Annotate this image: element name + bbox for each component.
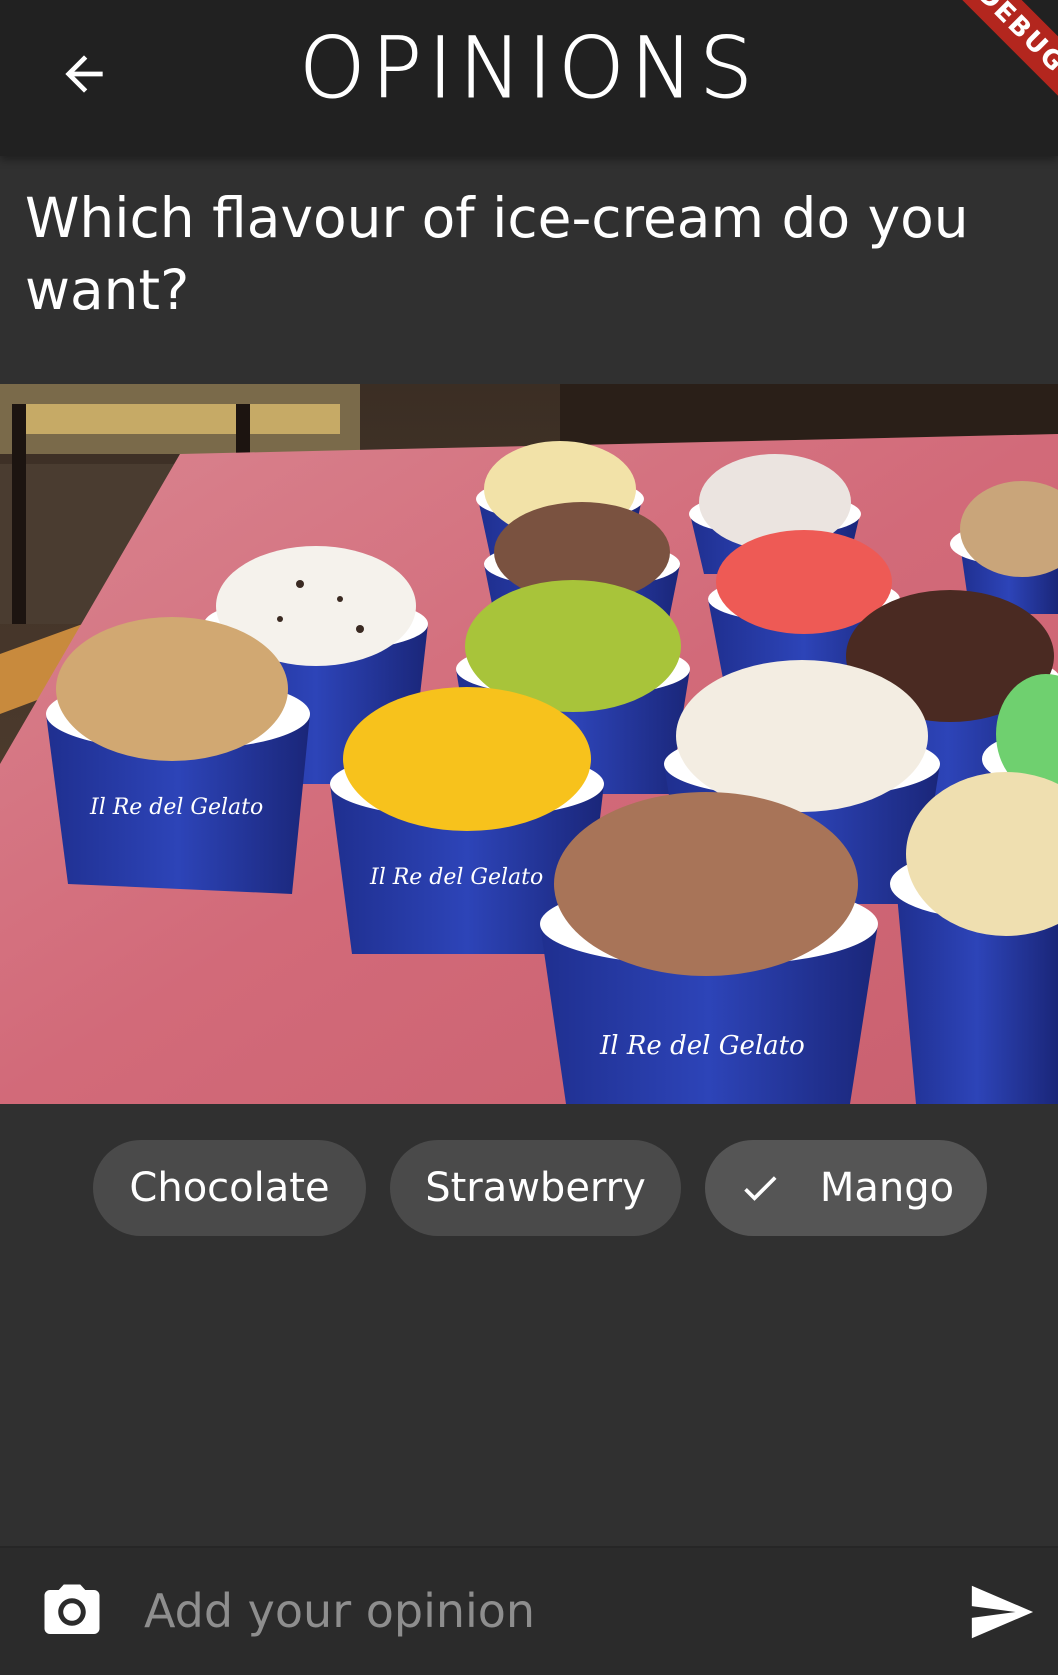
svg-text:Il Re del Gelato: Il Re del Gelato: [89, 795, 263, 820]
camera-icon: [44, 1584, 100, 1634]
svg-text:Il Re del Gelato: Il Re del Gelato: [369, 865, 543, 890]
camera-button[interactable]: [30, 1570, 114, 1654]
app-title: OPINIONS: [299, 19, 759, 118]
opinion-input[interactable]: [144, 1566, 944, 1656]
question-text: Which flavour of ice-cream do you want?: [25, 186, 969, 322]
ice-cream-cups-illustration: Il Re del Gelato Il Re del Gelato Il Re …: [0, 384, 1058, 1104]
app-bar: OPINIONS DEBUG: [0, 0, 1058, 156]
option-chip-chocolate[interactable]: Chocolate: [93, 1140, 366, 1236]
send-icon: [971, 1585, 1034, 1639]
opinion-composer: [0, 1546, 1058, 1675]
option-chip-mango[interactable]: Mango: [705, 1140, 987, 1236]
option-label: Mango: [819, 1165, 955, 1211]
send-button[interactable]: [956, 1570, 1046, 1654]
svg-text:Il Re del Gelato: Il Re del Gelato: [599, 1031, 805, 1061]
option-chips: Chocolate Strawberry Mango: [0, 1140, 1058, 1236]
option-label: Strawberry: [425, 1165, 646, 1211]
check-icon: [744, 1176, 777, 1201]
ice-cream-photo: Il Re del Gelato Il Re del Gelato Il Re …: [0, 384, 1058, 1104]
option-chip-strawberry[interactable]: Strawberry: [390, 1140, 681, 1236]
option-label: Chocolate: [129, 1165, 330, 1211]
